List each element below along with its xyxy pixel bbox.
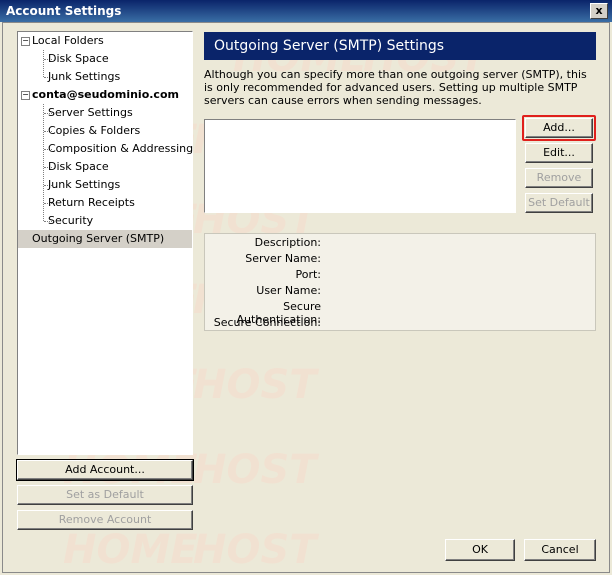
- port-label: Port:: [295, 268, 321, 281]
- tree-item-label: Server Settings: [48, 106, 133, 119]
- tree-item-disk-space[interactable]: Disk Space: [48, 158, 109, 176]
- watermark-text-host: HOST: [193, 527, 319, 572]
- ok-button[interactable]: OK: [445, 539, 515, 561]
- add-server-button[interactable]: Add...: [525, 118, 593, 138]
- tree-item-junk-settings[interactable]: Junk Settings: [48, 68, 120, 86]
- user-name-label: User Name:: [256, 284, 321, 297]
- watermark-text-host: HOST: [193, 362, 319, 408]
- tree-item-label: Security: [48, 214, 94, 227]
- description-label: Description:: [254, 236, 321, 249]
- tree-item-label: Junk Settings: [48, 70, 121, 83]
- close-icon: x: [595, 4, 603, 17]
- tree-connector: [43, 50, 44, 77]
- edit-server-button[interactable]: Edit...: [525, 143, 593, 163]
- set-default-server-button[interactable]: Set Default: [525, 193, 593, 213]
- title-bar: Account Settings x: [0, 0, 612, 22]
- tree-item-label: Return Receipts: [48, 196, 135, 209]
- close-button[interactable]: x: [590, 3, 608, 19]
- server-name-label: Server Name:: [245, 252, 321, 265]
- tree-item-outgoing-server[interactable]: Outgoing Server (SMTP): [18, 230, 192, 248]
- watermark-text-home: HOME: [63, 527, 198, 572]
- set-as-default-button[interactable]: Set as Default: [17, 485, 193, 505]
- smtp-description: Although you can specify more than one o…: [204, 68, 587, 107]
- collapse-icon[interactable]: −: [21, 91, 30, 100]
- secure-connection-label: Secure Connection:: [213, 316, 321, 329]
- tree-item-label: Disk Space: [48, 52, 109, 65]
- tree-item-label: conta@seudominio.com: [32, 88, 179, 101]
- tree-item-label: Disk Space: [48, 160, 109, 173]
- smtp-server-list[interactable]: [204, 119, 516, 213]
- tree-item-label: Composition & Addressing: [48, 142, 194, 155]
- remove-account-button[interactable]: Remove Account: [17, 510, 193, 530]
- cancel-button[interactable]: Cancel: [524, 539, 596, 561]
- tree-item-label: Local Folders: [32, 34, 104, 47]
- tree-item-return-receipts[interactable]: Return Receipts: [48, 194, 135, 212]
- tree-item-label: Outgoing Server (SMTP): [32, 232, 165, 245]
- tree-item-label: Copies & Folders: [48, 124, 141, 137]
- tree-item-security[interactable]: Security: [48, 212, 93, 230]
- add-account-button[interactable]: Add Account...: [16, 459, 194, 481]
- tree-item-server-settings[interactable]: Server Settings: [48, 104, 133, 122]
- remove-server-button[interactable]: Remove: [525, 168, 593, 188]
- account-tree[interactable]: − Local Folders Disk Space Junk Settings…: [17, 31, 193, 455]
- tree-item-junk-settings[interactable]: Junk Settings: [48, 176, 120, 194]
- collapse-icon[interactable]: −: [21, 37, 30, 46]
- page-title: Outgoing Server (SMTP) Settings: [204, 32, 596, 60]
- tree-item-composition-addressing[interactable]: Composition & Addressing: [48, 140, 193, 158]
- watermark-text-host: HOST: [193, 447, 319, 493]
- tree-item-label: Junk Settings: [48, 178, 121, 191]
- dialog-client: HOME HOST HOME HOST HOME HOST HOME HOST …: [2, 22, 610, 573]
- tree-item-disk-space[interactable]: Disk Space: [48, 50, 109, 68]
- tree-item-copies-folders[interactable]: Copies & Folders: [48, 122, 140, 140]
- window-title: Account Settings: [6, 4, 122, 18]
- server-details: Description: Server Name: Port: User Nam…: [204, 233, 596, 331]
